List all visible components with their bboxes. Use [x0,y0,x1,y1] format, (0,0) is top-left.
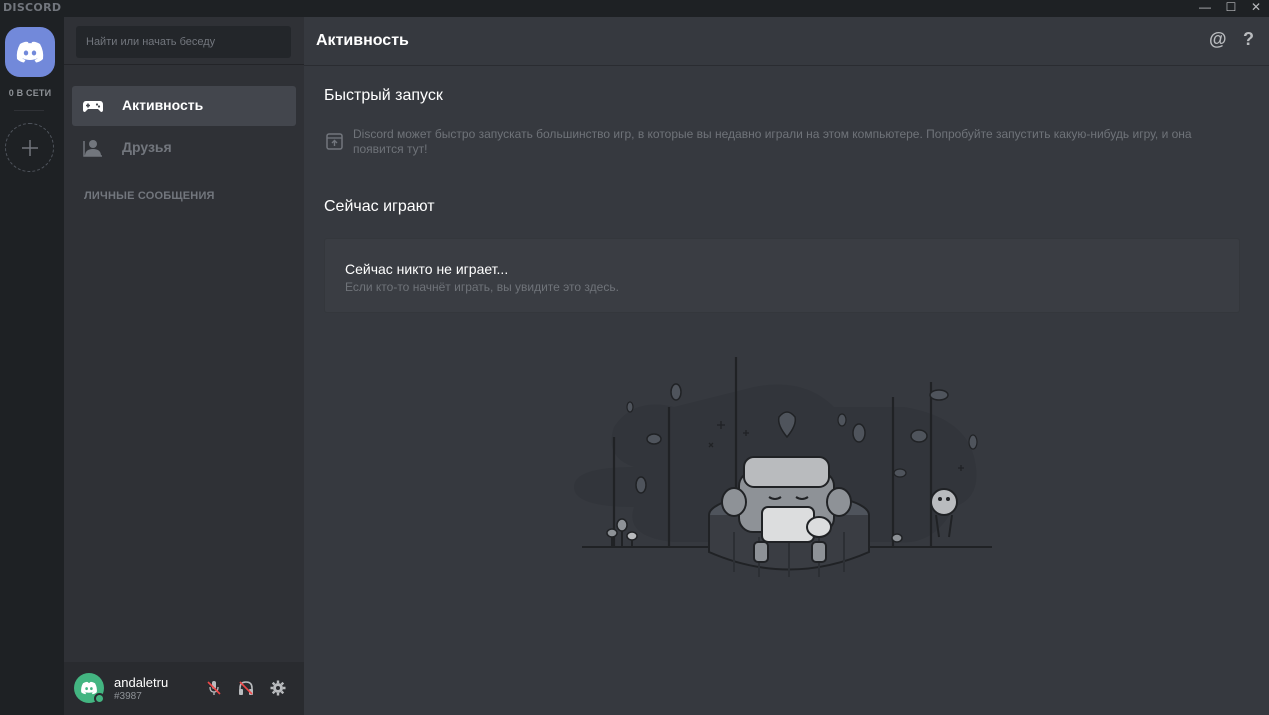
search-container: Найти или начать беседу [64,17,304,65]
guild-separator [14,110,44,111]
empty-state-illustration [574,357,992,577]
username: andaletru [114,675,169,690]
discord-logo-icon [16,41,44,63]
dm-section-header: ЛИЧНЫЕ СООБЩЕНИЯ [84,190,215,202]
plus-icon [21,139,38,156]
user-discriminator: #3987 [114,691,142,702]
quick-launch-description: Discord может быстро запускать большинст… [353,127,1192,156]
title-bar: DISCORD — ☐ ✕ [0,0,1269,17]
main-header: Активность @ ? [304,17,1269,66]
nav-item-label: Друзья [122,139,172,155]
quick-launch-icon [326,133,343,150]
page-title: Активность [316,32,409,49]
now-playing-card: Сейчас никто не играет... Если кто-то на… [324,238,1240,313]
gamepad-icon [83,101,103,112]
close-button[interactable]: ✕ [1241,0,1269,17]
app-brand: DISCORD [3,1,62,14]
guild-sidebar: 0 В СЕТИ [0,17,64,715]
nav-item-label: Активность [122,97,204,113]
quick-launch-title: Быстрый запуск [324,87,443,104]
search-input[interactable]: Найти или начать беседу [76,26,291,58]
user-panel: andaletru #3987 [64,662,304,715]
online-count: 0 В СЕТИ [8,88,52,98]
nav-item-activity[interactable]: Активность [72,86,296,126]
user-settings-gear-icon[interactable] [269,679,287,697]
help-icon[interactable]: ? [1243,29,1254,50]
deafen-headphones-icon[interactable] [237,679,255,697]
online-status-indicator [94,693,105,704]
add-server-button[interactable] [5,123,54,172]
mention-icon[interactable]: @ [1209,29,1227,50]
main-content: Активность @ ? Быстрый запуск Discord мо… [304,17,1269,715]
dm-sidebar: Найти или начать беседу Активность Друзь… [64,17,304,715]
friends-icon [83,140,102,157]
now-playing-title: Сейчас играют [324,198,435,215]
now-playing-card-subtitle: Если кто-то начнёт играть, вы увидите эт… [345,280,619,294]
home-button[interactable] [5,27,55,77]
now-playing-card-title: Сейчас никто не играет... [345,261,509,277]
mute-microphone-icon[interactable] [205,679,223,697]
nav-item-friends[interactable]: Друзья [72,128,296,168]
discord-logo-icon [81,681,97,695]
